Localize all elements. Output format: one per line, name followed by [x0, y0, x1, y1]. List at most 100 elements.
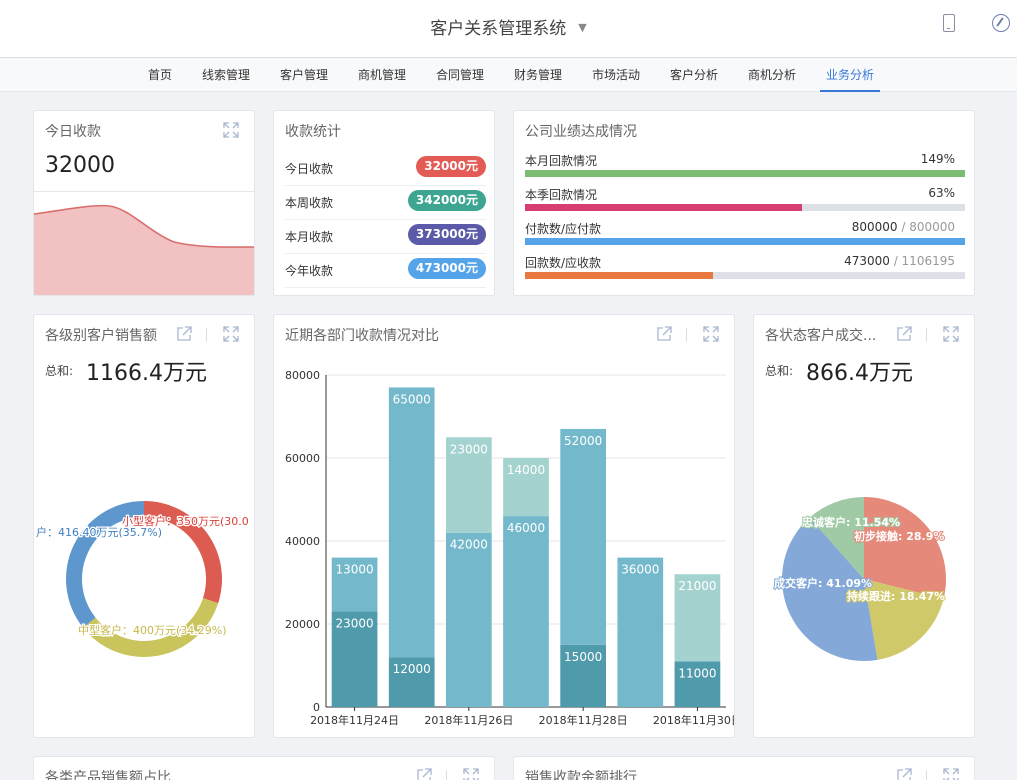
card-title: 今日收款	[45, 124, 101, 140]
bar-segment[interactable]	[560, 428, 606, 645]
performance-row: 付款数/应付款 800000 / 800000	[525, 220, 965, 246]
nav-opportunity-analysis[interactable]: 商机分析	[748, 58, 796, 92]
dept-compare-card: 近期各部门收款情况对比 0 20000 40000 60000 80000 23000 13…	[273, 314, 735, 738]
bar-segment[interactable]	[617, 557, 664, 707]
x-tick-label: 2018年11月28日	[539, 713, 628, 727]
top-bar: 客户关系管理系统 ▼	[0, 0, 1017, 58]
today-receipts-value: 32000	[45, 153, 115, 178]
performance-label: 本季回款情况	[525, 188, 598, 202]
performance-value-main: 473000	[844, 254, 890, 268]
receipt-amount-badge: 373000元	[407, 224, 486, 245]
performance-value: 473000 / 1106195	[844, 254, 955, 268]
status-deals-pie-chart: 初步接触: 28.9% 持续跟进: 18.47%成交客户: 41.09% 忠诚客户:…	[773, 497, 946, 661]
divider	[926, 770, 927, 780]
receipt-amount-badge: 473000元	[407, 258, 486, 279]
performance-value: 63%	[928, 186, 955, 200]
bar-segment[interactable]	[446, 532, 492, 707]
y-tick-label: 60000	[285, 452, 320, 465]
nav-home[interactable]: 首页	[148, 58, 172, 92]
bar-value-label: 23000	[335, 617, 373, 631]
card-title: 收款统计	[285, 124, 341, 140]
receipt-label: 今日收款	[285, 162, 334, 176]
nav-leads[interactable]: 线索管理	[202, 58, 250, 92]
level-sales-sum: 1166.4万元	[86, 361, 207, 386]
caret-down-icon[interactable]: ▼	[578, 21, 586, 34]
y-tick-label: 40000	[285, 535, 320, 548]
open-external-icon[interactable]	[896, 326, 912, 342]
nav-marketing[interactable]: 市场活动	[592, 58, 640, 92]
receipt-row: 今年收款 473000元	[285, 254, 486, 288]
mobile-phone-icon[interactable]	[943, 14, 955, 32]
sum-label: 总和:	[45, 364, 74, 378]
expand-icon[interactable]	[463, 768, 479, 780]
bar-value-label: 65000	[393, 392, 431, 406]
nav-finance[interactable]: 财务管理	[514, 58, 562, 92]
nav-contracts[interactable]: 合同管理	[436, 58, 484, 92]
receipt-label: 今年收款	[285, 264, 334, 278]
progress-track	[525, 204, 965, 211]
progress-track	[525, 170, 965, 177]
expand-icon[interactable]	[703, 326, 719, 342]
performance-label: 付款数/应付款	[525, 222, 602, 236]
card-title: 各状态客户成交...	[765, 328, 877, 344]
y-tick-label: 20000	[285, 618, 320, 631]
today-receipts-card: 今日收款 32000	[33, 110, 255, 296]
expand-icon[interactable]	[943, 768, 959, 780]
dept-compare-bar-chart: 0 20000 40000 60000 80000 23000 13000 12000 6500…	[285, 369, 735, 727]
bar-value-label: 23000	[450, 442, 488, 456]
open-external-icon[interactable]	[176, 326, 192, 342]
performance-value-target: / 1106195	[889, 254, 955, 268]
level-sales-donut-chart: 小型客户：350万元(30.0中型客户：400万元(34.29%)户：416.4…	[35, 501, 250, 657]
sales-ranking-card: 销售收款金额排行	[513, 756, 975, 780]
bar-value-label: 42000	[450, 538, 488, 552]
progress-fill	[525, 204, 803, 211]
nav-customer-analysis[interactable]: 客户分析	[670, 58, 718, 92]
nav-opportunities[interactable]: 商机管理	[358, 58, 406, 92]
receipt-label: 本月收款	[285, 230, 334, 244]
bar-value-label: 36000	[621, 563, 659, 577]
donut-slice-label: 户：416.40万元(35.7%)	[36, 525, 162, 539]
trend-area	[34, 205, 254, 295]
performance-value-target: / 800000	[897, 220, 955, 234]
nav-customers[interactable]: 客户管理	[280, 58, 328, 92]
performance-value: 800000 / 800000	[852, 220, 955, 234]
app-title-text: 客户关系管理系统	[430, 19, 567, 39]
bar-value-label: 46000	[507, 521, 545, 535]
open-external-icon[interactable]	[896, 768, 912, 780]
bar-segment[interactable]	[388, 387, 435, 658]
progress-track	[525, 272, 965, 279]
pie-slice-label: 持续跟进: 18.47%	[847, 589, 945, 603]
performance-value-main: 149%	[920, 152, 955, 166]
x-tick-label: 2018年11月26日	[424, 713, 513, 727]
expand-icon[interactable]	[223, 122, 239, 138]
bar-value-label: 21000	[678, 579, 716, 593]
main-nav: 首页 线索管理 客户管理 商机管理 合同管理 财务管理 市场活动 客户分析 商机…	[0, 58, 1017, 92]
card-title: 各类产品销售额占比	[45, 770, 171, 780]
divider	[446, 770, 447, 780]
receipt-amount-badge: 342000元	[407, 190, 486, 211]
compass-icon[interactable]	[992, 14, 1010, 32]
divider	[686, 328, 687, 342]
status-deals-card: 各状态客户成交... 总和: 866.4万元 初步接触: 28.9% 持续跟进: …	[753, 314, 975, 738]
y-tick-label: 0	[313, 701, 320, 714]
open-external-icon[interactable]	[656, 326, 672, 342]
pie-slice-label: 初步接触: 28.9%	[854, 529, 944, 543]
nav-business-analysis[interactable]: 业务分析	[820, 58, 881, 92]
pie-slice-label: 成交客户: 41.09%	[774, 576, 872, 590]
expand-icon[interactable]	[223, 326, 239, 342]
x-tick-label: 2018年11月30日	[653, 713, 735, 727]
app-title[interactable]: 客户关系管理系统 ▼	[0, 14, 1017, 39]
bar-segment[interactable]	[503, 516, 549, 707]
open-external-icon[interactable]	[416, 768, 432, 780]
performance-value-main: 800000	[851, 220, 898, 234]
pie-slice-label: 忠诚客户: 11.54%	[802, 515, 900, 529]
x-tick-label: 2018年11月24日	[310, 713, 399, 727]
performance-row: 本月回款情况 149%	[525, 152, 965, 178]
bar-value-label: 52000	[564, 434, 602, 448]
donut-slice-label: 中型客户：400万元(34.29%)	[78, 623, 227, 637]
receipt-stats-card: 收款统计 今日收款 32000元 本周收款 342000元 本月收款 373000元 今年收…	[273, 110, 495, 296]
expand-icon[interactable]	[943, 326, 959, 342]
performance-label: 回款数/应收款	[525, 256, 602, 270]
performance-value-main: 63%	[928, 186, 955, 200]
divider	[206, 328, 207, 342]
